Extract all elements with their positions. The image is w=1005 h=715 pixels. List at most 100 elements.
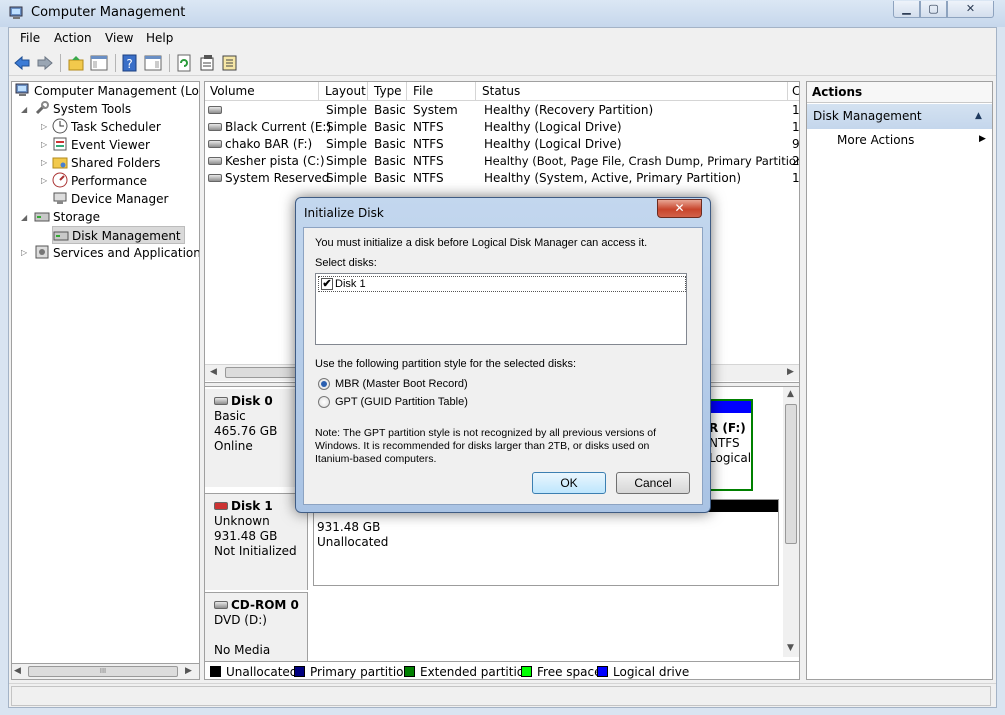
tree-item-services-applications[interactable]: Services and Applications [34, 244, 199, 262]
actions-pane: Actions Disk Management ▲ More Actions ▶ [806, 81, 993, 680]
gpt-radio[interactable] [318, 396, 330, 408]
help-icon[interactable]: ? [121, 54, 139, 72]
svg-text:?: ? [126, 57, 132, 71]
tree-label: Disk Management [72, 229, 181, 243]
export-list-icon[interactable] [221, 54, 239, 72]
expand-arrow-icon[interactable]: ▷ [21, 248, 27, 257]
volume-row[interactable]: chako BAR (F:) Simple Basic NTFS Healthy… [205, 136, 799, 153]
tree-label: Shared Folders [71, 156, 161, 170]
mbr-label[interactable]: MBR (Master Boot Record) [335, 378, 468, 390]
column-capacity[interactable]: C [789, 82, 799, 101]
menu-action[interactable]: Action [54, 31, 92, 45]
back-arrow-icon[interactable] [13, 54, 31, 72]
scroll-right-icon[interactable]: ▶ [185, 666, 192, 676]
tree-item-computer-management[interactable]: Computer Management (Local [15, 82, 199, 100]
expand-arrow-icon[interactable]: ▷ [41, 122, 47, 131]
show-action-pane-icon[interactable] [144, 54, 162, 72]
scroll-left-icon[interactable]: ◀ [14, 666, 21, 676]
forward-arrow-icon[interactable] [36, 54, 54, 72]
dialog-intro-text: You must initialize a disk before Logica… [315, 237, 648, 249]
menu-file[interactable]: File [20, 31, 40, 45]
legend-swatch [597, 666, 608, 677]
storage-icon [34, 212, 50, 222]
window-title: Computer Management [31, 5, 186, 20]
close-button[interactable]: ✕ [947, 1, 994, 18]
actions-header: Actions [807, 82, 992, 103]
volume-row[interactable]: Kesher pista (C:) Simple Basic NTFS Heal… [205, 153, 799, 170]
menu-help[interactable]: Help [146, 31, 173, 45]
tree-item-storage[interactable]: Storage [34, 208, 100, 226]
show-hide-tree-icon[interactable] [90, 54, 108, 72]
column-file-system[interactable]: File System [408, 82, 476, 117]
disk-vertical-scrollbar[interactable]: ▲ ▼ [783, 387, 799, 657]
tree-item-system-tools[interactable]: System Tools [34, 100, 131, 118]
volume-row[interactable]: System Reserved Simple Basic NTFS Health… [205, 170, 799, 187]
collapse-arrow-icon[interactable]: ◢ [21, 105, 27, 114]
cdrom-0-label[interactable]: CD-ROM 0 DVD (D:) No Media [205, 592, 308, 661]
legend-swatch [294, 666, 305, 677]
device-manager-icon [53, 192, 67, 204]
dialog-close-button[interactable]: ✕ [657, 199, 702, 218]
more-actions-item[interactable]: More Actions [837, 133, 914, 147]
gpt-note-line-1: Note: The GPT partition style is not rec… [315, 427, 657, 439]
services-icon [35, 245, 49, 259]
disk-list-item[interactable]: ✔ Disk 1 [318, 276, 686, 292]
dialog-body: You must initialize a disk before Logica… [303, 227, 703, 505]
collapse-arrow-icon[interactable]: ◢ [21, 213, 27, 222]
minimize-button[interactable]: ▁ [893, 1, 920, 18]
volume-list-header: Volume Layout Type File System Status C [205, 82, 799, 117]
column-volume[interactable]: Volume [205, 82, 319, 101]
ok-button[interactable]: OK [532, 472, 606, 494]
expand-arrow-icon[interactable]: ▷ [41, 158, 47, 167]
expand-arrow-icon[interactable]: ▷ [41, 140, 47, 149]
drive-icon [208, 157, 222, 165]
scroll-down-icon[interactable]: ▼ [787, 643, 794, 653]
disk-0-label[interactable]: Disk 0 Basic 465.76 GB Online [205, 389, 308, 487]
disk-checkbox[interactable]: ✔ [321, 278, 333, 290]
drive-icon [208, 123, 222, 131]
tree-item-shared-folders[interactable]: Shared Folders [52, 154, 160, 172]
dialog-title: Initialize Disk [304, 206, 384, 220]
expand-arrow-icon[interactable]: ▷ [41, 176, 47, 185]
scroll-up-icon[interactable]: ▲ [787, 389, 794, 399]
volume-row[interactable]: Black Current (E:) Simple Basic NTFS Hea… [205, 119, 799, 136]
logical-drive-bar [707, 401, 751, 413]
tree-label: Event Viewer [71, 138, 150, 152]
menu-view[interactable]: View [105, 31, 133, 45]
disk-list: ✔ Disk 1 [315, 273, 687, 345]
tree-horizontal-scrollbar[interactable]: ◀ III ▶ [11, 663, 200, 680]
scroll-left-icon[interactable]: ◀ [210, 367, 217, 377]
up-folder-icon[interactable] [67, 54, 85, 72]
collapse-section-icon[interactable]: ▲ [975, 104, 982, 129]
disk-icon [214, 397, 228, 405]
tree-item-event-viewer[interactable]: Event Viewer [52, 136, 150, 154]
legend-extended-partition: Extended partition [404, 665, 532, 679]
column-layout[interactable]: Layout [320, 82, 368, 101]
properties-icon[interactable] [198, 54, 216, 72]
tree-item-device-manager[interactable]: Device Manager [52, 190, 168, 208]
disk-1-label[interactable]: Disk 1 Unknown 931.48 GB Not Initialized [205, 493, 308, 590]
submenu-arrow-icon: ▶ [979, 134, 986, 144]
tree-item-disk-management[interactable]: Disk Management [52, 226, 185, 244]
mbr-radio[interactable] [318, 378, 330, 390]
maximize-button[interactable]: ▢ [920, 1, 947, 18]
scroll-thumb[interactable]: III [28, 666, 178, 677]
scroll-right-icon[interactable]: ▶ [787, 367, 794, 377]
tools-icon [35, 101, 49, 115]
drive-icon [208, 174, 222, 182]
volume-row[interactable]: Simple Basic Healthy (Recovery Partition… [205, 102, 799, 119]
tree-label: Performance [71, 174, 148, 188]
refresh-icon[interactable] [175, 54, 193, 72]
actions-section-disk-management[interactable]: Disk Management ▲ [807, 104, 992, 129]
drive-icon [208, 140, 222, 148]
column-type[interactable]: Type [369, 82, 407, 101]
tree-item-task-scheduler[interactable]: Task Scheduler [52, 118, 161, 136]
select-disks-label: Select disks: [315, 257, 377, 269]
gpt-label[interactable]: GPT (GUID Partition Table) [335, 396, 468, 408]
scroll-thumb[interactable] [785, 404, 797, 544]
column-status[interactable]: Status [477, 82, 788, 101]
partition-style-label: Use the following partition style for th… [315, 358, 577, 370]
disk-0-logical-partition[interactable]: R (F:) NTFS Logical [705, 399, 753, 491]
tree-item-performance[interactable]: Performance [52, 172, 147, 190]
cancel-button[interactable]: Cancel [616, 472, 690, 494]
